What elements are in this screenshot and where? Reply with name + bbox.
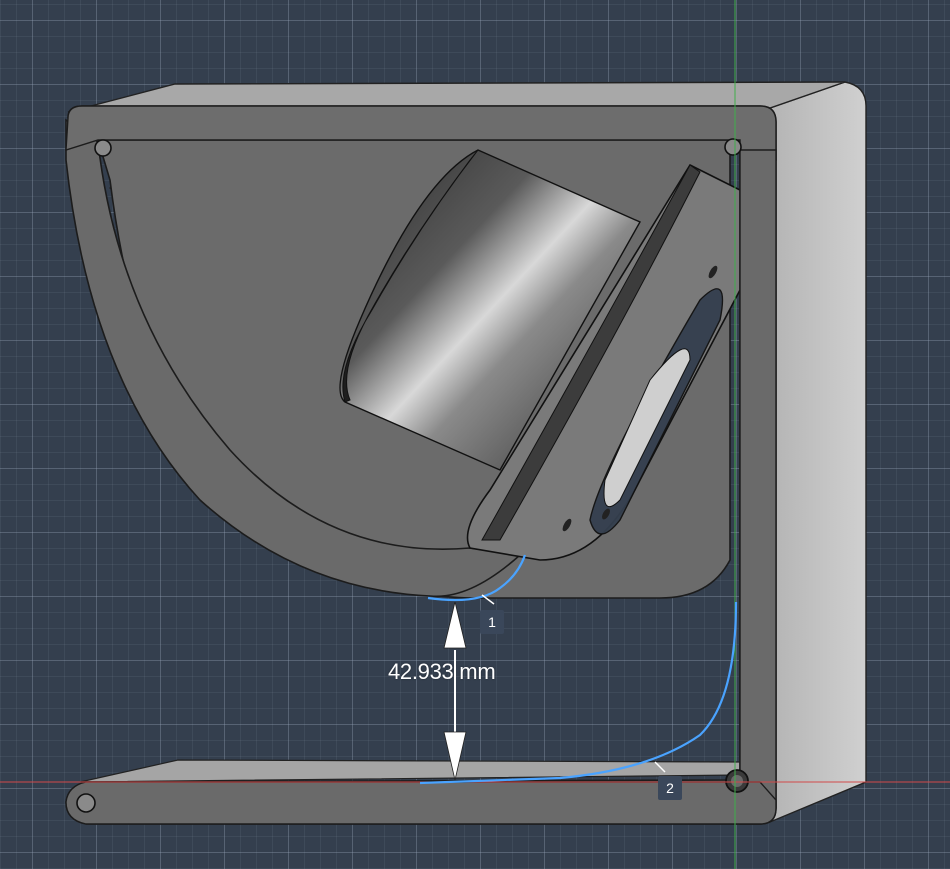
right-bar-front [739,149,777,825]
dimension-arrow-up [443,601,467,649]
measurement-label: 42.933 mm [388,659,496,684]
mount-hole[interactable] [94,139,112,157]
edge-tag-2[interactable]: 2 [658,776,682,800]
3d-viewport[interactable]: 42.933 mm 1 2 [0,0,950,869]
mount-hole[interactable] [724,138,742,156]
model-scene[interactable] [0,0,950,869]
bracket-side-face [769,81,867,824]
selected-edge-2[interactable] [419,601,738,785]
mount-hole[interactable] [76,793,96,813]
mount-hole-inner [731,775,743,787]
edge-tag-1[interactable]: 1 [480,610,504,634]
